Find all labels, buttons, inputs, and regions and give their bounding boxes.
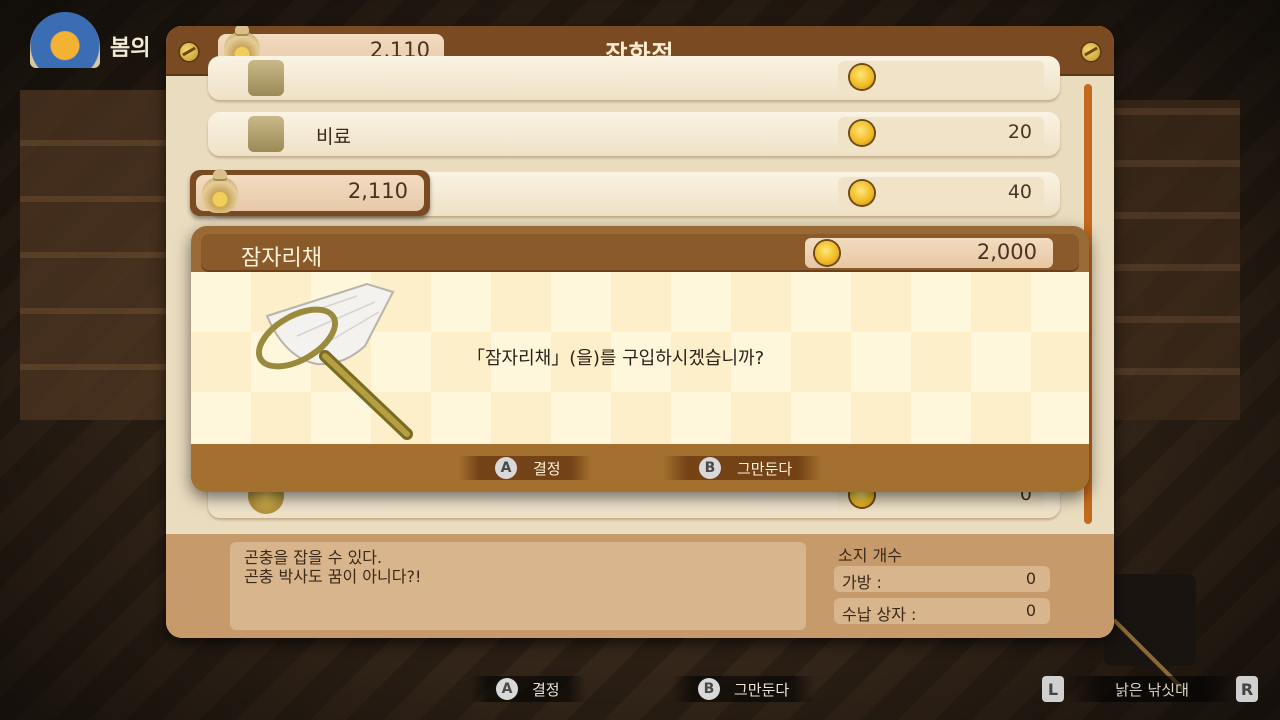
screw-icon xyxy=(178,41,200,63)
storage-count-label: 수납 상자 : xyxy=(842,605,917,624)
item-thumbnail xyxy=(248,60,284,96)
cancel-button[interactable]: B 그만둔다 xyxy=(663,456,823,480)
bottom-cancel-hint[interactable]: B 그만둔다 xyxy=(672,676,816,702)
item-name: 비료 xyxy=(316,126,351,148)
shop-shelf-right xyxy=(1110,100,1240,420)
screw-icon xyxy=(1080,41,1102,63)
purchase-question: 「잠자리채」(을)를 구입하시겠습니까? xyxy=(467,348,765,369)
dialog-price-value: 2,000 xyxy=(976,240,1037,264)
description-line: 곤충 박사도 꿈이 아니다?! xyxy=(244,567,422,586)
bottom-confirm-hint[interactable]: A 결정 xyxy=(470,676,586,702)
purchase-dialog: 잠자리채 2,000 「잠자리채」(을)를 구입하시겠습니까? A 결정 B 그… xyxy=(191,226,1089,492)
r-button-icon[interactable]: R xyxy=(1236,676,1258,702)
money-bag-icon xyxy=(202,169,238,213)
bag-count-value: 0 xyxy=(1025,569,1036,588)
coin-icon xyxy=(850,121,874,145)
dialog-footer: A 결정 B 그만둔다 xyxy=(191,444,1089,492)
selected-wallet-chip: 2,110 xyxy=(190,169,430,216)
bug-net-icon xyxy=(256,282,413,440)
coin-icon xyxy=(850,181,874,205)
a-button-icon: A xyxy=(496,678,518,700)
a-button-icon: A xyxy=(495,457,517,479)
item-price: 40 xyxy=(838,177,1044,209)
item-price xyxy=(838,61,1044,93)
item-description: 곤충을 잡을 수 있다. 곤충 박사도 꿈이 아니다?! xyxy=(230,542,806,630)
item-price: 20 xyxy=(838,117,1044,149)
storage-count-row: 수납 상자 : 0 xyxy=(834,598,1050,624)
confirm-label: 결정 xyxy=(533,459,561,478)
list-item[interactable] xyxy=(208,56,1060,100)
b-button-icon: B xyxy=(699,457,721,479)
l-button-icon[interactable]: L xyxy=(1042,676,1064,702)
coin-icon xyxy=(850,65,874,89)
coin-icon xyxy=(815,241,839,265)
bottom-confirm-label: 결정 xyxy=(532,680,560,699)
description-panel: 곤충을 잡을 수 있다. 곤충 박사도 꿈이 아니다?! 소지 개수 가방 : … xyxy=(166,534,1114,638)
dialog-item-name: 잠자리채 xyxy=(241,246,322,271)
item-price-value: 40 xyxy=(1007,181,1032,203)
list-item[interactable]: 비료 20 xyxy=(208,112,1060,156)
selected-wallet-amount: 2,110 xyxy=(347,179,408,203)
storage-count-value: 0 xyxy=(1025,601,1036,620)
shop-shelf-left xyxy=(20,90,170,420)
equipped-tool-name: 낡은 낚싯대 xyxy=(1066,676,1238,702)
cancel-label: 그만둔다 xyxy=(737,459,793,478)
dialog-price: 2,000 xyxy=(805,238,1053,268)
dialog-header: 잠자리채 2,000 xyxy=(201,234,1079,272)
fertilizer-bag-icon xyxy=(248,116,284,152)
fishing-rod-icon xyxy=(1104,574,1196,666)
season-weather-icon xyxy=(30,12,100,68)
season-label: 봄의 xyxy=(110,36,151,61)
bag-count-row: 가방 : 0 xyxy=(834,566,1050,592)
selected-wallet-inner: 2,110 xyxy=(196,169,424,213)
item-price-value: 20 xyxy=(1007,121,1032,143)
bag-count-label: 가방 : xyxy=(842,573,882,592)
b-button-icon: B xyxy=(698,678,720,700)
description-line: 곤충을 잡을 수 있다. xyxy=(244,548,383,567)
bottom-cancel-label: 그만둔다 xyxy=(734,680,790,699)
owned-count-title: 소지 개수 xyxy=(838,546,902,565)
confirm-button[interactable]: A 결정 xyxy=(459,456,591,480)
